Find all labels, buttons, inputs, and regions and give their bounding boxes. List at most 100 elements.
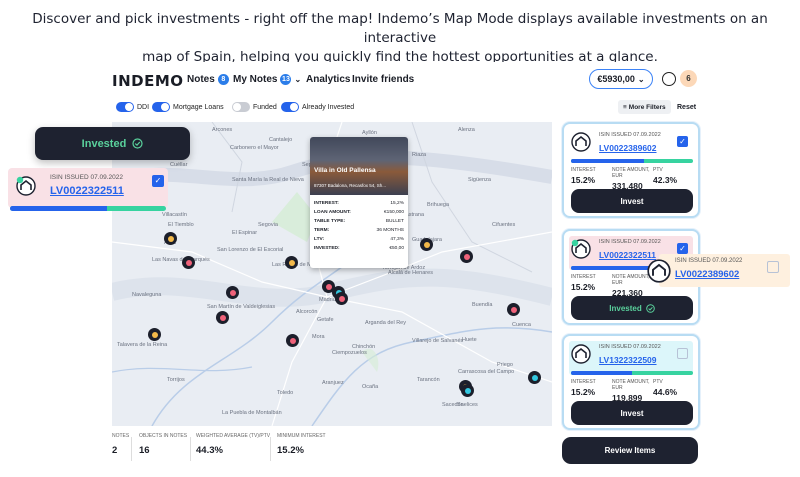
review-items-button[interactable]: Review Items (562, 437, 698, 464)
town-label: El Espinar (232, 230, 258, 236)
note-card-header: ISIN ISSUED 07.09.2022 LV0022389602 ✓ (569, 129, 693, 163)
town-label: Arcones (212, 127, 233, 133)
invest-button[interactable]: Invest (571, 189, 693, 213)
isin-code-link[interactable]: LV0022389602 (599, 143, 657, 153)
checkbox-unchecked[interactable] (677, 348, 688, 359)
town-label: Toledo (277, 390, 294, 396)
town-label: Carrascosa del Campo (458, 369, 515, 375)
filter-already-invested-label: Already Invested (302, 103, 355, 111)
town-label: Mora (312, 334, 325, 340)
toggle-funded[interactable] (232, 102, 250, 112)
town-label: Brihuega (427, 202, 450, 208)
note-card-1[interactable]: ISIN ISSUED 07.09.2022 LV0022389602 ✓ IN… (562, 122, 700, 218)
filter-funded[interactable]: Funded (232, 100, 277, 114)
filter-ddi[interactable]: DDI (116, 100, 149, 114)
town-label: Segovia (258, 222, 278, 228)
isin-code-link[interactable]: LV1322322509 (599, 355, 657, 365)
check-circle-icon (645, 303, 655, 313)
map-pin-icon[interactable] (286, 334, 299, 347)
note-card-header: ISIN ISSUED 07.09.2022 LV1322322509 (569, 341, 693, 375)
logo[interactable]: INDEMO (112, 72, 184, 90)
toggle-already-invested[interactable] (281, 102, 299, 112)
reset-button[interactable]: Reset (677, 100, 696, 114)
town-label: Villacastín (162, 212, 187, 218)
property-image: Villa in Old Pallensa 87307 Badalona, Re… (310, 137, 408, 195)
checkbox-checked[interactable]: ✓ (152, 175, 164, 187)
map-pin-icon[interactable] (528, 371, 541, 384)
invest-button[interactable]: Invest (571, 401, 693, 425)
town-label: Villarejo de Salvanés (412, 338, 464, 344)
map-pin-icon[interactable] (461, 384, 474, 397)
map-pin-icon[interactable] (226, 286, 239, 299)
town-label: Las Navas del Marqués (152, 257, 210, 263)
filter-already-invested[interactable]: Already Invested (281, 100, 354, 114)
checkbox-checked[interactable]: ✓ (677, 243, 688, 254)
stat-weighted-average: WEIGHTED AVERAGE (TV)/PTV 44.3% (196, 433, 271, 456)
note-card-dragging[interactable]: ISIN ISSUED 07.09.2022 LV0022389602 (647, 254, 790, 287)
town-label: Tarancón (417, 377, 440, 383)
toggle-ddi[interactable] (116, 102, 134, 112)
house-logo-icon (16, 176, 36, 196)
invested-label: Invested (81, 137, 127, 150)
headline-line-1: Discover and pick investments - right of… (32, 11, 768, 46)
town-label: San Martín de Valdeiglesias (207, 304, 276, 310)
balance-dropdown[interactable]: €5930,00 ⌄ (589, 69, 653, 89)
town-label: La Puebla de Montalbán (222, 410, 282, 416)
town-label: Cifuentes (492, 222, 516, 228)
town-label: Huete (462, 337, 477, 343)
map-pin-icon[interactable] (182, 256, 195, 269)
notification-badge[interactable]: 6 (680, 70, 697, 87)
invested-label: Invested (609, 303, 642, 313)
nav-analytics[interactable]: Analytics (306, 74, 350, 85)
stat-minimum-interest: MINIMUM INTEREST 15.2% (277, 433, 326, 456)
note-card-floating[interactable]: ISIN ISSUED 07.09.2022 LV0022322511 ✓ (8, 168, 168, 208)
isin-code-link[interactable]: LV0022322511 (50, 185, 124, 197)
town-label: Madrid (319, 297, 336, 303)
town-label: Carbonero el Mayor (230, 145, 279, 151)
balance-value: €5930,00 (597, 74, 635, 84)
divider (190, 437, 191, 461)
map-pin-icon[interactable] (335, 292, 348, 305)
stat-objects: OBJECTS IN NOTES 16 (139, 433, 188, 456)
popup-row: LOAN AMOUNT: €150,000 (314, 210, 404, 215)
funding-progress-bar (10, 206, 166, 211)
more-filters-button[interactable]: ≡ More Filters (618, 100, 671, 114)
nav-notes[interactable]: Notes 8 (187, 74, 229, 85)
user-icon[interactable] (662, 72, 676, 86)
map-pin-icon[interactable] (420, 238, 433, 251)
popup-row: TERM: 36 MONTHS (314, 228, 404, 233)
checkbox-unchecked[interactable] (767, 261, 779, 273)
town-label: Sigüenza (468, 177, 491, 183)
checkbox-checked[interactable]: ✓ (677, 136, 688, 147)
house-logo-icon (571, 344, 591, 364)
popup-row: TABLE TYPE: BULLET (314, 219, 404, 224)
invested-button[interactable]: Invested (571, 296, 693, 320)
town-label: Alcalá de Henares (388, 270, 433, 276)
toggle-mortgage[interactable] (152, 102, 170, 112)
map-pin-icon[interactable] (216, 311, 229, 324)
popup-row: INTEREST: 15,2% (314, 201, 404, 206)
town-label: Cuéllar (170, 162, 188, 168)
divider (270, 437, 271, 461)
town-label: Ocaña (362, 384, 379, 390)
filter-ddi-label: DDI (137, 103, 150, 111)
map-pin-icon[interactable] (460, 250, 473, 263)
town-label: Ciempozuelos (332, 350, 367, 356)
popup-title: Villa in Old Pallensa (314, 167, 376, 174)
note-stats: INTEREST 15.2% NOTE AMOUNT, EUR 221.360 (571, 274, 650, 298)
check-circle-icon (132, 138, 143, 149)
nav-my-notes[interactable]: My Notes 13 ⌄ (233, 74, 301, 85)
house-logo-icon (647, 259, 671, 283)
map-pin-icon[interactable] (164, 232, 177, 245)
isin-code-link[interactable]: LV0022389602 (675, 269, 739, 280)
note-card-3[interactable]: ISIN ISSUED 07.09.2022 LV1322322509 INTE… (562, 334, 700, 430)
map-popup[interactable]: Villa in Old Pallensa 87307 Badalona, Re… (310, 137, 408, 268)
town-label: Cantalejo (269, 137, 293, 143)
map-pin-icon[interactable] (507, 303, 520, 316)
filter-mortgage[interactable]: Mortgage Loans (152, 100, 224, 114)
invested-button[interactable]: Invested (35, 127, 190, 160)
map-pin-icon[interactable] (285, 256, 298, 269)
nav-invite-friends[interactable]: Invite friends (352, 74, 414, 85)
town-label: Aranjuez (322, 380, 344, 386)
map-pin-icon[interactable] (148, 328, 161, 341)
